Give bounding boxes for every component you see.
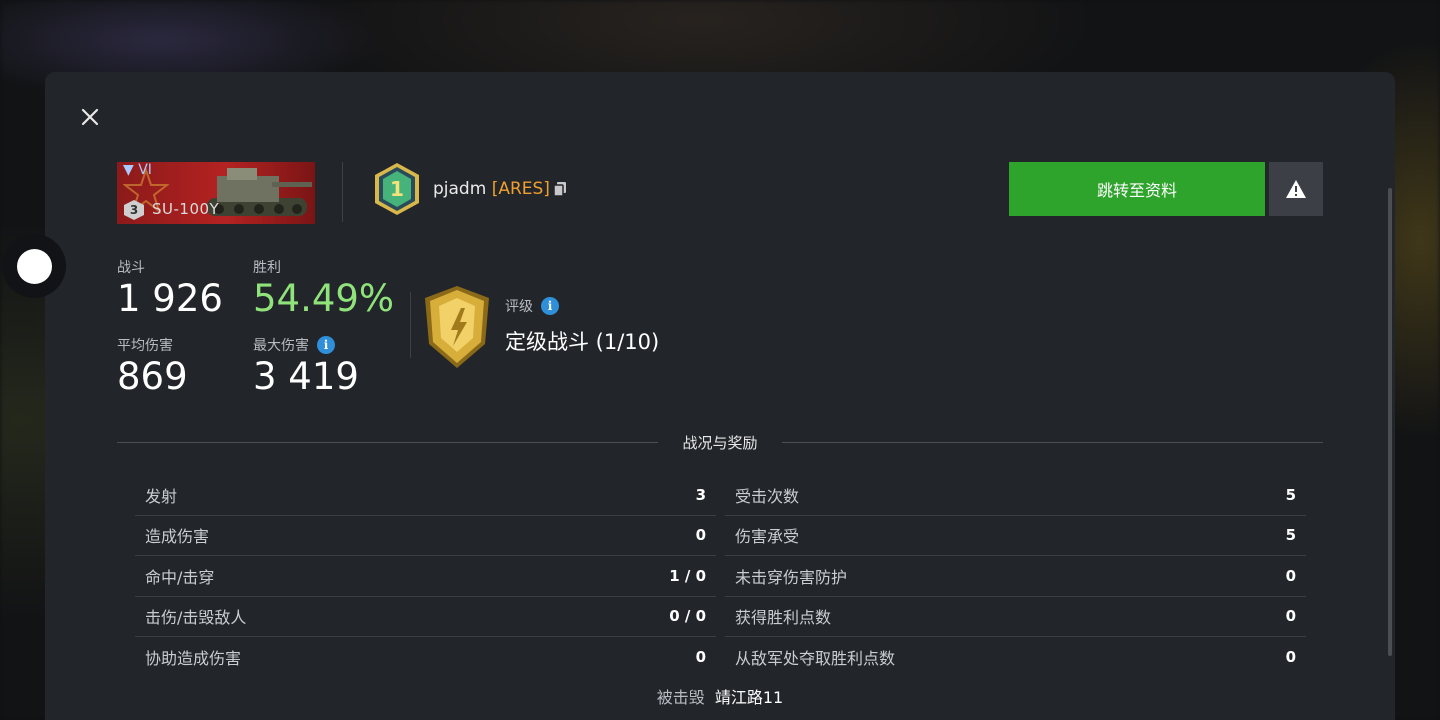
destroyed-by: 被击毁 靖江路11 <box>0 684 1440 708</box>
scrollbar[interactable] <box>1388 188 1392 656</box>
rating-info-icon[interactable]: i <box>541 297 559 315</box>
stats-table-right: 受击次数 5 伤害承受 5 未击穿伤害防护 0 获得胜利点数 0 从敌军处夺取胜利点数 0 <box>725 475 1306 678</box>
rating-label-row: 评级 i <box>505 296 559 316</box>
header-divider <box>342 162 343 222</box>
warning-icon <box>1286 180 1306 198</box>
stat-max-damage-label-row: 最大伤害 i <box>253 335 359 355</box>
table-row: 获得胜利点数 0 <box>725 597 1306 637</box>
section-header: 战况与奖励 <box>117 432 1323 454</box>
stat-avg-damage-value: 869 <box>117 355 188 398</box>
svg-text:1: 1 <box>390 177 404 201</box>
stat-max-damage-value: 3 419 <box>253 355 359 398</box>
player-nickname: pjadm <box>433 179 487 199</box>
tank-name: SU-100Y <box>152 200 220 218</box>
close-icon <box>81 108 99 126</box>
player-clan-tag: [ARES] <box>491 179 550 199</box>
tank-tier: ▼ VI <box>123 162 152 178</box>
stat-avg-damage-label: 平均伤害 <box>117 338 173 354</box>
goto-profile-button[interactable]: 跳转至资料 <box>1009 162 1265 216</box>
rating-label: 评级 <box>505 299 533 315</box>
stat-win-rate-value: 54.49% <box>253 277 395 320</box>
table-row: 未击穿伤害防护 0 <box>725 556 1306 597</box>
section-title: 战况与奖励 <box>682 434 758 452</box>
table-row: 发射 3 <box>135 475 716 516</box>
destroyed-by-player[interactable]: 靖江路11 <box>715 688 783 707</box>
info-icon[interactable]: i <box>317 336 335 354</box>
table-row: 伤害承受 5 <box>725 516 1306 556</box>
stat-avg-damage: 平均伤害 869 <box>117 335 188 398</box>
table-row: 受击次数 5 <box>725 475 1306 516</box>
table-row: 命中/击穿 1 / 0 <box>135 556 716 597</box>
stat-max-damage-label: 最大伤害 <box>253 338 309 354</box>
stat-win-rate-label: 胜利 <box>253 260 281 276</box>
table-row: 造成伤害 0 <box>135 516 716 556</box>
floating-assist-button[interactable] <box>2 234 66 298</box>
table-row: 击伤/击毁敌人 0 / 0 <box>135 597 716 637</box>
rating-divider <box>410 292 411 358</box>
close-button[interactable] <box>76 103 104 131</box>
stat-battles-value: 1 926 <box>117 277 223 320</box>
tank-card: ▼ VI 3 SU-100Y <box>117 162 315 224</box>
rating-shield-icon <box>425 286 489 368</box>
player-rank-badge: 1 <box>375 163 419 215</box>
table-row: 从敌军处夺取胜利点数 0 <box>735 648 1296 669</box>
report-button[interactable] <box>1269 162 1323 216</box>
stat-max-damage: 最大伤害 i 3 419 <box>253 335 359 398</box>
stat-battles: 战斗 1 926 <box>117 257 223 320</box>
rating-value: 定级战斗 (1/10) <box>505 330 660 354</box>
player-name: pjadm [ARES] <box>433 179 550 199</box>
mastery-badge: 3 <box>123 199 145 221</box>
table-row: 协助造成伤害 0 <box>145 648 706 669</box>
destroyed-by-label: 被击毁 <box>656 688 705 707</box>
copy-icon[interactable] <box>553 181 567 197</box>
stats-table-left: 发射 3 造成伤害 0 命中/击穿 1 / 0 击伤/击毁敌人 0 / 0 协助造成伤害… <box>135 475 716 678</box>
stat-win-rate: 胜利 54.49% <box>253 257 394 320</box>
stat-battles-label: 战斗 <box>117 260 145 276</box>
